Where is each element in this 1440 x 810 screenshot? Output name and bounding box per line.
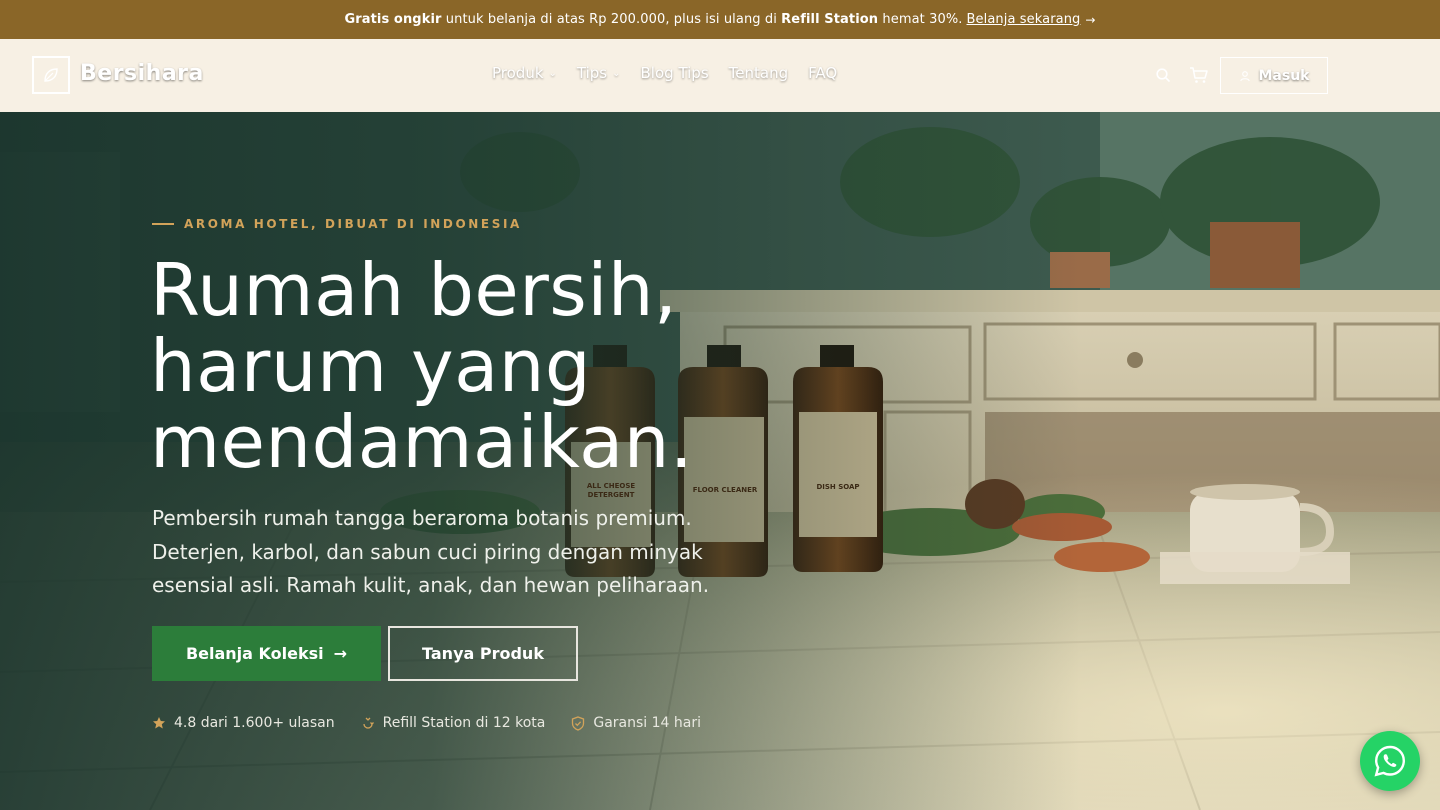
nav-item-produk[interactable]: Produk ⌄ bbox=[492, 64, 557, 82]
main-nav: Produk ⌄ Tips ⌄ Blog Tips Tentang FAQ bbox=[492, 64, 837, 82]
hero-subheading: Pembersih rumah tangga beraroma botanis … bbox=[152, 506, 710, 597]
trust-text: 4.8 dari 1.600+ ulasan bbox=[174, 715, 335, 731]
eyebrow-rule bbox=[152, 223, 174, 225]
bottle-label-dish-soap: DISH SOAP bbox=[816, 483, 860, 491]
chevron-down-icon: ⌄ bbox=[612, 67, 621, 79]
nav-item-tips[interactable]: Tips ⌄ bbox=[577, 64, 621, 82]
hero-headline: Rumah bersih, harum yang mendamaikan. bbox=[150, 252, 790, 480]
logo-mark[interactable] bbox=[32, 56, 70, 94]
login-label: Masuk bbox=[1258, 67, 1310, 84]
trust-item-refill: Refill Station di 12 kota bbox=[361, 715, 546, 731]
announcement-bold-shipping: Gratis ongkir bbox=[344, 12, 442, 27]
cart-icon[interactable] bbox=[1188, 66, 1210, 84]
search-icon[interactable] bbox=[1154, 66, 1172, 84]
announcement-shop-link[interactable]: Belanja sekarang bbox=[967, 12, 1081, 27]
nav-item-tentang[interactable]: Tentang bbox=[729, 64, 788, 82]
nav-item-blog-tips[interactable]: Blog Tips bbox=[641, 64, 709, 82]
hero-eyebrow: AROMA HOTEL, DIBUAT DI INDONESIA bbox=[152, 217, 522, 231]
announcement-bar: Gratis ongkir untuk belanja di atas Rp 2… bbox=[0, 0, 1440, 39]
nav-label: Produk bbox=[492, 64, 544, 82]
headline-line-3: mendamaikan. bbox=[150, 400, 694, 484]
ask-product-button[interactable]: Tanya Produk bbox=[388, 626, 578, 681]
shop-collection-button[interactable]: Belanja Koleksi → bbox=[152, 626, 381, 681]
arrow-right-icon: → bbox=[1085, 12, 1096, 27]
nav-label: Tips bbox=[576, 64, 608, 82]
whatsapp-icon bbox=[1374, 745, 1406, 777]
headline-line-2: harum yang bbox=[150, 324, 592, 408]
nav-item-faq[interactable]: FAQ bbox=[808, 64, 837, 82]
shield-icon bbox=[572, 715, 585, 731]
whatsapp-chat-button[interactable] bbox=[1360, 731, 1420, 791]
user-icon bbox=[1239, 70, 1250, 81]
announcement-text-1: untuk belanja di atas Rp 200.000, plus i… bbox=[441, 12, 782, 27]
ask-product-label: Tanya Produk bbox=[422, 644, 544, 663]
headline-line-1: Rumah bersih, bbox=[150, 248, 678, 332]
star-icon bbox=[153, 717, 165, 729]
trust-badges: 4.8 dari 1.600+ ulasan Refill Station di… bbox=[152, 715, 701, 731]
announcement-bold-refill: Refill Station bbox=[781, 12, 879, 27]
nav-label: Tentang bbox=[728, 64, 789, 82]
trust-text: Garansi 14 hari bbox=[593, 715, 701, 731]
chevron-down-icon: ⌄ bbox=[548, 67, 557, 79]
nav-label: Blog Tips bbox=[640, 64, 709, 82]
eyebrow-text: AROMA HOTEL, DIBUAT DI INDONESIA bbox=[184, 217, 522, 231]
announcement-text-2: hemat 30%. bbox=[878, 12, 963, 27]
hero-section: ALL CHEOSE DETERGENT FLOOR CLEANER DISH … bbox=[0, 112, 1440, 810]
trust-item-rating: 4.8 dari 1.600+ ulasan bbox=[152, 715, 335, 731]
nav-label: FAQ bbox=[808, 64, 838, 82]
trust-item-guarantee: Garansi 14 hari bbox=[571, 715, 701, 731]
login-button[interactable]: Masuk bbox=[1220, 57, 1328, 94]
leaf-icon bbox=[44, 68, 58, 82]
bottle-label-floor-cleaner: FLOOR CLEANER bbox=[692, 486, 758, 494]
refill-icon bbox=[362, 717, 374, 729]
brand-name[interactable]: Bersihara bbox=[80, 61, 204, 86]
arrow-right-icon: → bbox=[333, 644, 348, 663]
bottle-label-detergent: ALL CHEOSE DETERGENT bbox=[586, 482, 636, 499]
shop-collection-label: Belanja Koleksi bbox=[185, 644, 324, 663]
site-header: Bersihara Produk ⌄ Tips ⌄ Blog Tips Tent… bbox=[0, 39, 1440, 112]
trust-text: Refill Station di 12 kota bbox=[382, 715, 546, 731]
